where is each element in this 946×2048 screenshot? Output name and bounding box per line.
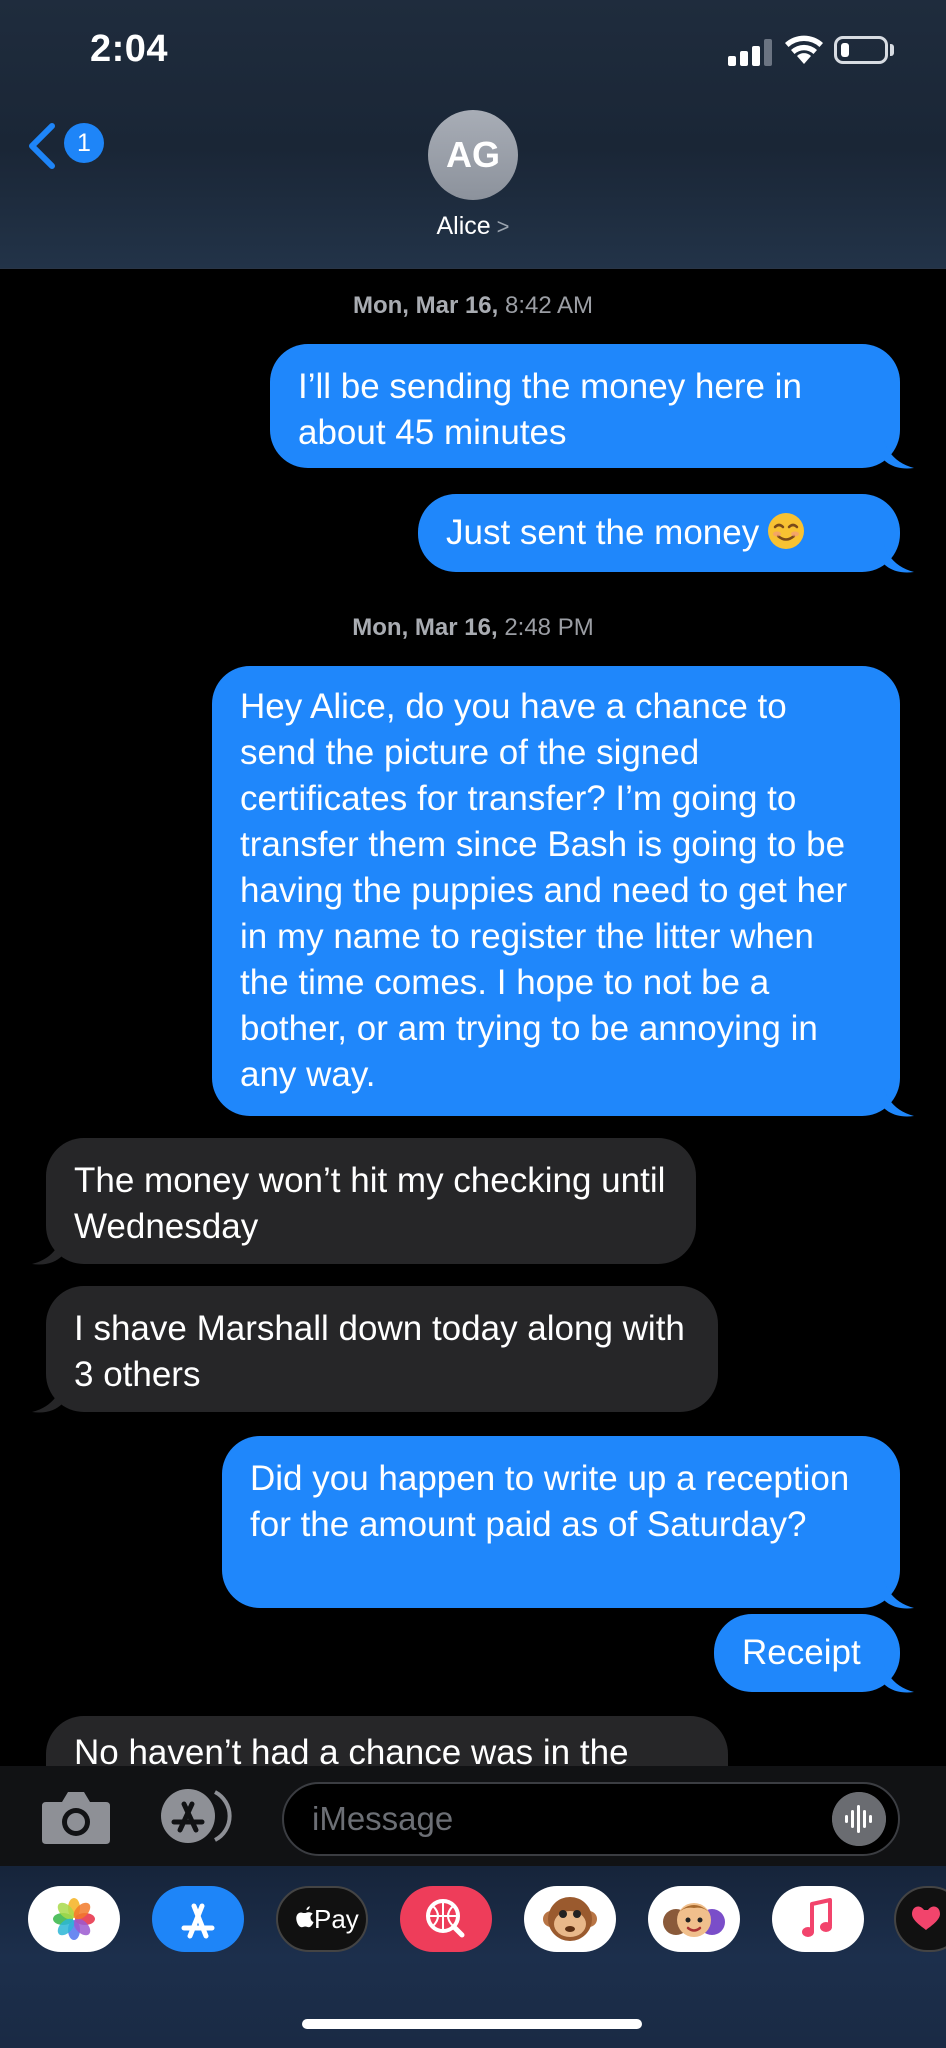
contact-name-button[interactable]: Alice > — [0, 212, 946, 241]
apple-pay-label: Pay — [314, 1904, 359, 1934]
app-store-glyph — [181, 1903, 215, 1939]
music-note-icon — [802, 1898, 832, 1937]
message-timestamp: Mon, Mar 16, 8:42 AM — [0, 292, 946, 320]
animoji-monkey-icon[interactable] — [524, 1886, 616, 1952]
chevron-left-icon — [29, 123, 55, 169]
monkey-face-icon — [543, 1897, 597, 1941]
unread-count-badge: 1 — [64, 123, 104, 163]
timestamp-time: 8:42 AM — [504, 292, 594, 319]
message-text: Hey Alice, do you have a chance to send … — [240, 687, 848, 1094]
timestamp-day: Mon, Mar 16, — [352, 614, 498, 641]
battery-icon — [834, 36, 888, 64]
outgoing-message-bubble[interactable]: Just sent the money — [418, 494, 900, 572]
contact-name: Alice — [436, 212, 491, 240]
app-store-drawer-icon[interactable] — [158, 1786, 242, 1846]
outgoing-message-bubble[interactable]: I’ll be sending the money here in about … — [270, 344, 900, 468]
chevron-right-icon: > — [496, 214, 510, 239]
outgoing-message-bubble[interactable]: Hey Alice, do you have a chance to send … — [212, 666, 900, 1116]
heart-hand-icon — [912, 1906, 940, 1930]
message-text: I’ll be sending the money here in about … — [298, 367, 802, 452]
wifi-icon — [785, 35, 823, 64]
camera-icon[interactable] — [40, 1788, 112, 1846]
cellular-signal-icon — [728, 38, 774, 66]
bubble-tail — [32, 1384, 62, 1413]
bubble-tail — [32, 1236, 62, 1265]
smiling-face-icon — [768, 513, 805, 549]
outgoing-message-bubble[interactable]: Did you happen to write up a reception f… — [222, 1436, 900, 1608]
bubble-tail — [884, 544, 914, 573]
bubble-tail — [884, 1664, 914, 1693]
photos-app-icon[interactable] — [28, 1886, 120, 1952]
photos-flower-icon — [53, 1898, 95, 1940]
magnifier-globe-icon — [426, 1899, 465, 1938]
message-text: Did you happen to write up a reception f… — [250, 1459, 850, 1544]
music-icon[interactable] — [772, 1886, 864, 1952]
outgoing-message-bubble[interactable]: Receipt — [714, 1614, 900, 1692]
contact-avatar[interactable]: AG — [428, 110, 518, 200]
memoji-faces-icon — [663, 1903, 725, 1937]
back-button[interactable]: 1 — [24, 118, 114, 174]
timestamp-day: Mon, Mar 16, — [352, 292, 499, 319]
bubble-tail — [884, 1580, 914, 1609]
imessage-input[interactable] — [282, 1782, 900, 1856]
message-timestamp: Mon, Mar 16, 2:48 PM — [0, 614, 946, 642]
incoming-message-bubble[interactable]: The money won’t hit my checking until We… — [46, 1138, 696, 1264]
battery-nub — [890, 44, 894, 56]
app-store-icon[interactable] — [152, 1886, 244, 1952]
memoji-icon[interactable] — [648, 1886, 740, 1952]
apple-pay-icon[interactable]: Pay — [276, 1886, 368, 1952]
audio-message-icon[interactable] — [832, 1792, 886, 1846]
message-text: Just sent the money — [446, 513, 760, 552]
message-text: I shave Marshall down today along with 3… — [74, 1309, 685, 1394]
message-text: The money won’t hit my checking until We… — [74, 1161, 666, 1246]
bubble-tail — [884, 1088, 914, 1117]
incoming-message-bubble[interactable]: I shave Marshall down today along with 3… — [46, 1286, 718, 1412]
search-images-icon[interactable] — [400, 1886, 492, 1952]
status-time: 2:04 — [90, 28, 169, 70]
bubble-tail — [884, 440, 914, 469]
home-indicator[interactable] — [302, 2019, 642, 2029]
message-text: Receipt — [742, 1633, 861, 1672]
timestamp-time: 2:48 PM — [504, 614, 594, 641]
